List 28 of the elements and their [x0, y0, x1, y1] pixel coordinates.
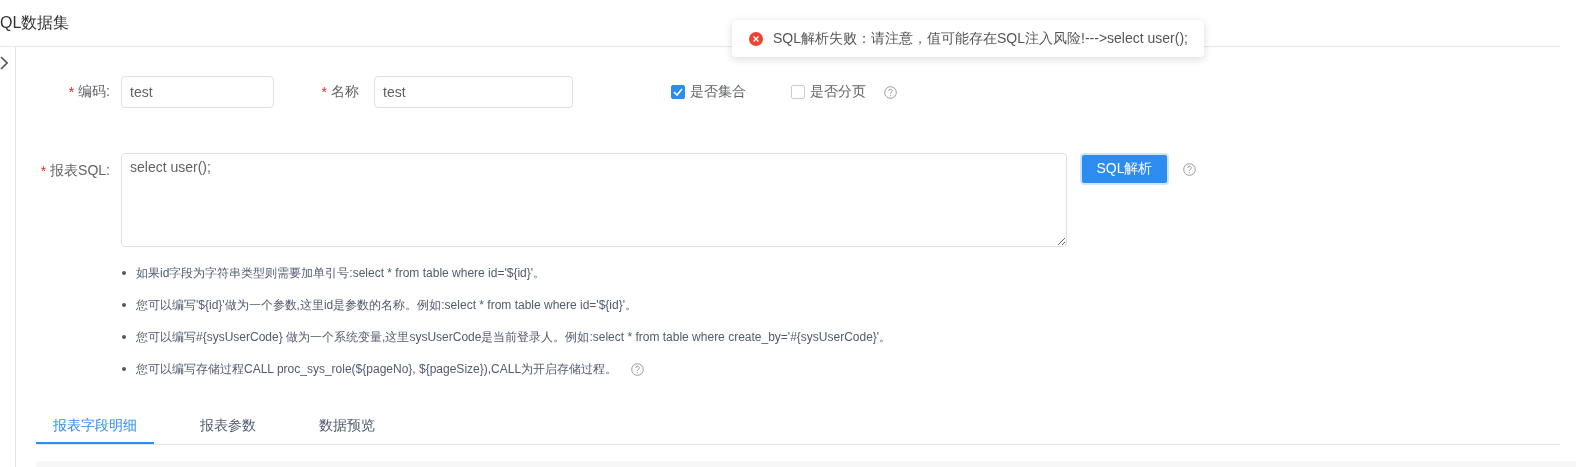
hint-text: 您可以编写'${id}'做为一个参数,这里id是参数的名称。例如:select * from table where id='${id}'。: [136, 296, 637, 314]
hint-text: 您可以编写存储过程CALL proc_sys_role(${pageNo}, ${pageSize}),CALL为开启存储过程。: [136, 360, 618, 378]
sql-parse-button[interactable]: SQL解析: [1080, 153, 1169, 185]
hint-text: 如果id字段为字符串类型则需要加单引号:select * from table where id='${id}'。: [136, 264, 546, 282]
required-mark: *: [321, 84, 327, 100]
sql-editor[interactable]: select user();: [121, 153, 1067, 247]
required-mark: *: [68, 84, 75, 100]
chevron-right-icon[interactable]: [0, 56, 8, 70]
toast-message: SQL解析失败：请注意，值可能存在SQL注入风险!--->select user();: [773, 29, 1188, 48]
input-field[interactable]: test: [374, 76, 573, 108]
hint-text: 您可以编写#{sysUserCode} 做为一个系统变量,这里sysUserCode是当前登录人。例如:select * from table where create_by='#{sysUserCode}'。: [136, 328, 892, 346]
error-icon: [749, 31, 763, 46]
checkbox-label: 是否集合: [690, 83, 746, 101]
tab[interactable]: 报表参数: [183, 410, 273, 444]
checkbox[interactable]: [671, 85, 685, 99]
help-icon[interactable]: [1183, 163, 1196, 176]
page-title: QL数据集: [0, 12, 70, 33]
field-label: 编码:: [78, 83, 110, 101]
checkbox-label: 是否分页: [810, 83, 866, 101]
tab[interactable]: 报表字段明细: [36, 410, 154, 444]
checkbox[interactable]: [791, 85, 805, 99]
help-icon[interactable]: [631, 362, 645, 376]
tab[interactable]: 数据预览: [302, 410, 392, 444]
input-field[interactable]: test: [121, 76, 274, 108]
help-icon[interactable]: [884, 85, 897, 99]
required-mark: *: [40, 163, 47, 179]
field-label: 报表SQL:: [50, 162, 110, 180]
field-label: 名称: [331, 83, 359, 101]
